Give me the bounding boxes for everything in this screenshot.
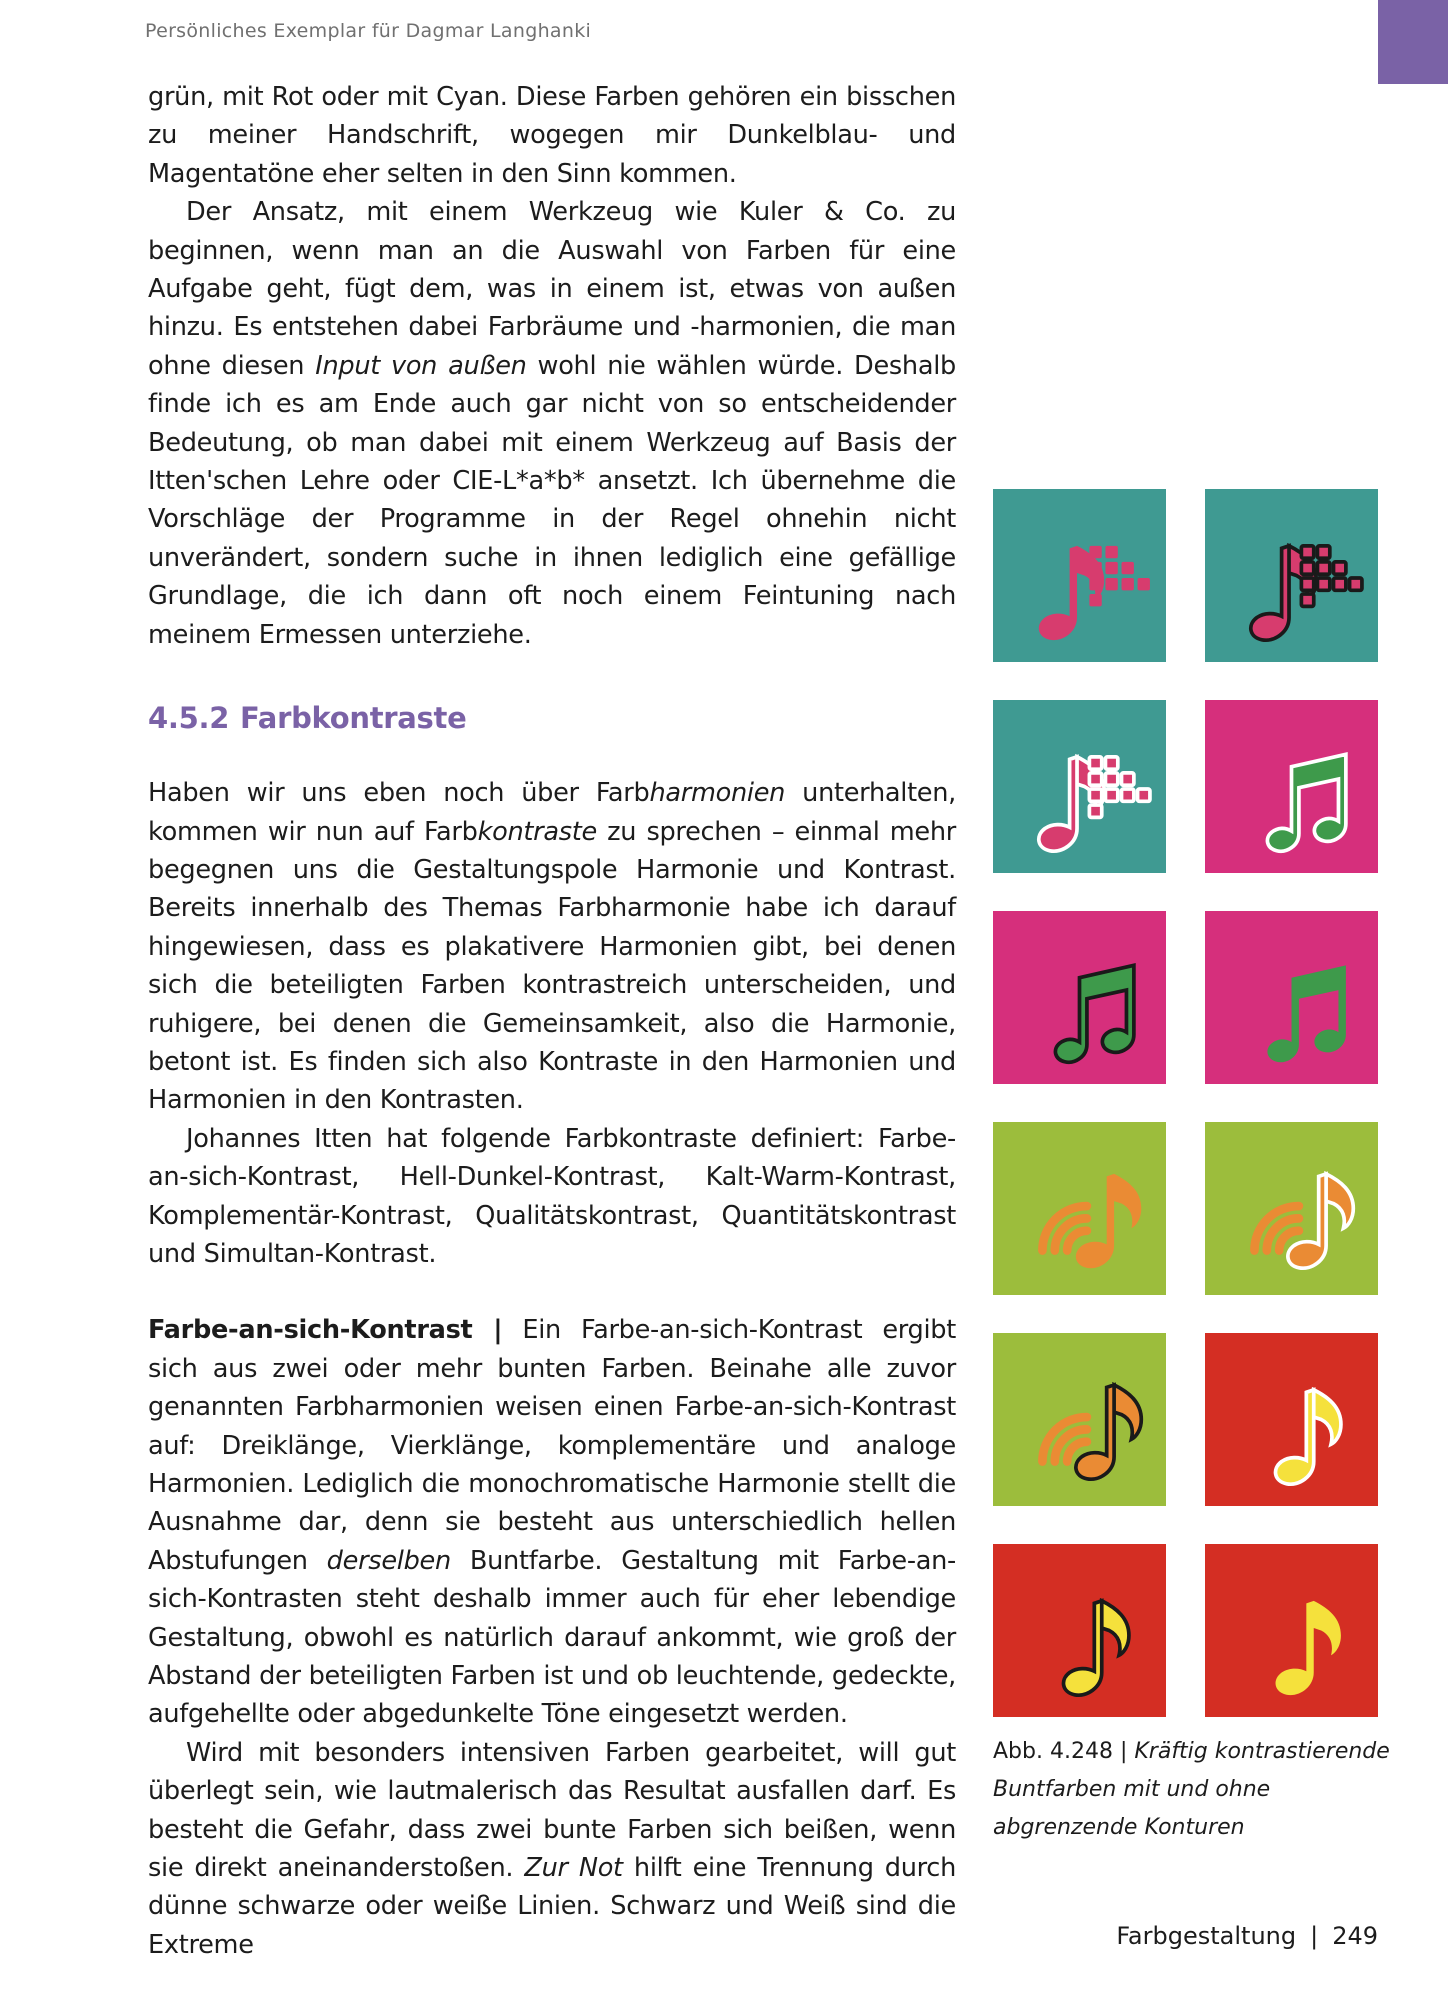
color-contrast-tile (993, 1333, 1166, 1506)
running-header: Persönliches Exemplar für Dagmar Langhan… (145, 20, 592, 42)
caption-label: Abb. 4.248 | (993, 1739, 1128, 1764)
main-text-column: grün, mit Rot oder mit Cyan. Diese Farbe… (148, 78, 956, 1964)
single-note-icon (1061, 1597, 1131, 1697)
section-heading: 4.5.2 Farbkontraste (148, 692, 956, 774)
paragraph: Der Ansatz, mit einem Werkzeug wie Kuler… (148, 193, 956, 654)
chapter-tab (1378, 0, 1448, 84)
italic-run: Input von außen (315, 350, 527, 381)
text-run: Haben wir uns eben noch über Farb (148, 778, 650, 809)
note-with-grid-icon (1249, 542, 1364, 642)
text-run: zu sprechen – einmal mehr begegnen uns d… (148, 816, 956, 1116)
page-footer: Farbgestaltung | 249 (1116, 1922, 1378, 1950)
double-note-icon (1053, 963, 1136, 1065)
color-contrast-tile (993, 489, 1166, 662)
color-contrast-tile (1205, 700, 1378, 873)
footer-section: Farbgestaltung (1116, 1922, 1297, 1950)
run-in-heading: Farbe-an-sich-Kontrast | (148, 1315, 503, 1346)
color-contrast-tile (993, 1544, 1166, 1717)
italic-run: kontraste (477, 816, 598, 847)
paragraph: grün, mit Rot oder mit Cyan. Diese Farbe… (148, 82, 956, 189)
color-contrast-tile (1205, 1333, 1378, 1506)
color-contrast-tile (993, 911, 1166, 1084)
single-note-icon (1275, 1600, 1341, 1696)
section-number: 4.5.2 (148, 701, 230, 736)
note-with-grid-icon (1037, 753, 1152, 853)
note-with-grid-icon (1038, 545, 1150, 641)
italic-run: Zur Not (524, 1853, 623, 1884)
color-contrast-tile (1205, 911, 1378, 1084)
paragraph: Farbe-an-sich-Kontrast | Ein Farbe-an-si… (148, 1311, 956, 1733)
note-with-waves-icon (1038, 1381, 1144, 1482)
page-number: 249 (1332, 1922, 1378, 1950)
footer-separator: | (1310, 1922, 1319, 1950)
italic-run: harmonien (649, 778, 786, 809)
note-with-waves-icon (1250, 1170, 1356, 1271)
italic-run: derselben (326, 1545, 452, 1576)
color-contrast-tile (993, 1122, 1166, 1295)
text-run: wohl nie wählen würde. Deshalb finde ich… (148, 350, 956, 650)
section-title: Farbkontraste (240, 701, 467, 736)
text-run: Ein Farbe-an-sich-Kontrast ergibt sich a… (148, 1315, 956, 1576)
color-contrast-tile (1205, 489, 1378, 662)
color-contrast-tile (1205, 1122, 1378, 1295)
color-contrast-tile (1205, 1544, 1378, 1717)
double-note-icon (1265, 752, 1348, 854)
double-note-icon (1267, 965, 1346, 1063)
color-contrast-tile (993, 700, 1166, 873)
paragraph: Haben wir uns eben noch über Farbharmoni… (148, 774, 956, 1120)
paragraph: Wird mit besonders intensiven Farben gea… (148, 1734, 956, 1964)
note-with-waves-icon (1038, 1173, 1142, 1269)
figure-caption: Abb. 4.248 | Kräftig kontrastierende Bun… (993, 1733, 1393, 1847)
single-note-icon (1273, 1386, 1343, 1486)
paragraph: Johannes Itten hat folgende Farbkontrast… (148, 1123, 956, 1269)
